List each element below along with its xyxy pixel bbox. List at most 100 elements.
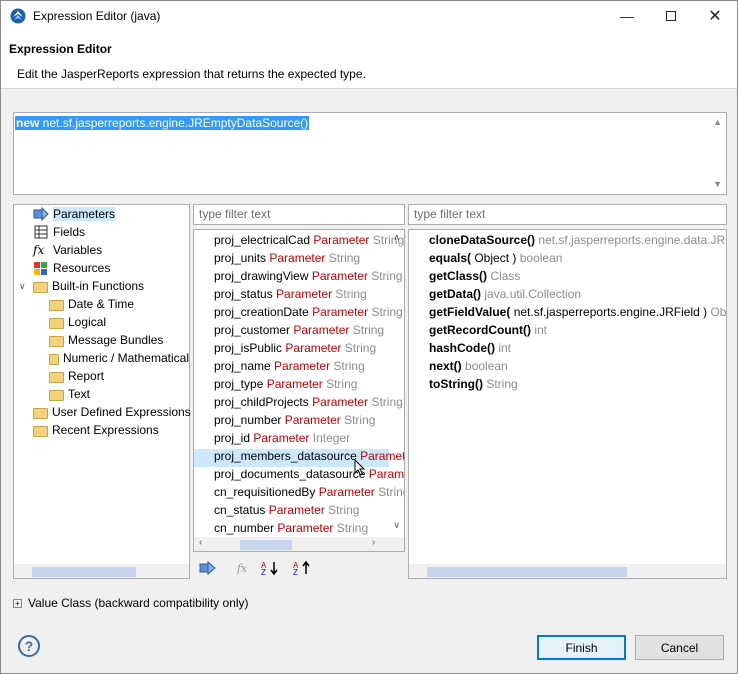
element-kind: Parameter <box>293 323 350 337</box>
expand-chevron-icon[interactable]: ∨ <box>19 281 26 292</box>
svg-text:Z: Z <box>293 568 298 576</box>
element-row[interactable]: proj_number Parameter String <box>214 413 375 431</box>
elements-hscrollbar[interactable]: ‹ › <box>194 537 404 551</box>
method-return-type: net.sf.jasperreports.engine.data.JRBe <box>538 233 727 247</box>
expand-plus-icon[interactable]: + <box>13 598 22 608</box>
minimize-button[interactable]: — <box>605 1 649 31</box>
scroll-up-icon[interactable]: ▲ <box>713 117 722 127</box>
methods-hscrollbar[interactable] <box>409 564 726 578</box>
element-type: String <box>371 305 403 319</box>
element-kind: Parameter <box>312 395 369 409</box>
element-row[interactable]: proj_childProjects Parameter String <box>214 395 403 413</box>
element-row[interactable]: proj_drawingView Parameter String <box>214 269 403 287</box>
tree-item-parameters[interactable]: Parameters <box>33 205 116 223</box>
element-row[interactable]: proj_type Parameter String <box>214 377 357 395</box>
title-bar[interactable]: Expression Editor (java) — ✕ <box>1 1 737 31</box>
element-kind: Parameter <box>311 269 368 283</box>
element-kind: Parameter <box>285 341 342 355</box>
element-type: String <box>344 341 377 355</box>
method-row[interactable]: getFieldValue( net.sf.jasperreports.engi… <box>429 305 726 323</box>
tree-item-label: Date & Time <box>68 297 135 311</box>
tree-item-text[interactable]: Text <box>49 385 90 403</box>
elements-list[interactable]: proj_electricalCad Parameter String proj_… <box>193 229 405 552</box>
element-type: String <box>333 359 365 373</box>
element-name: proj_status <box>214 287 273 301</box>
function-icon[interactable]: fx <box>233 560 251 576</box>
sort-ascending-icon[interactable]: AZ <box>291 560 317 576</box>
help-button[interactable]: ? <box>18 635 40 657</box>
folder-icon <box>33 281 48 293</box>
maximize-button[interactable] <box>649 1 693 31</box>
method-row[interactable]: next() boolean <box>429 359 508 377</box>
value-class-section[interactable]: + Value Class (backward compatibility on… <box>13 596 249 610</box>
element-kind: Parameter <box>313 233 370 247</box>
scroll-up-icon[interactable]: ∧ <box>393 232 400 243</box>
tree-item-logical[interactable]: Logical <box>49 313 106 331</box>
scroll-right-icon[interactable]: › <box>372 537 375 548</box>
tree-item-report[interactable]: Report <box>49 367 104 385</box>
element-row[interactable]: proj_customer Parameter String <box>214 323 384 341</box>
tree-item-variables[interactable]: fx Variables <box>33 241 102 259</box>
folder-icon <box>33 425 48 437</box>
category-tree-hscrollbar[interactable] <box>14 564 189 578</box>
scroll-down-icon[interactable]: ∨ <box>393 520 400 531</box>
method-row[interactable]: equals( Object ) boolean <box>429 251 562 269</box>
tree-item-recent-expressions[interactable]: Recent Expressions <box>33 421 159 439</box>
method-row[interactable]: cloneDataSource() net.sf.jasperreports.e… <box>429 233 727 251</box>
category-tree[interactable]: Parameters Fields fx Variables Resources… <box>13 204 191 579</box>
tree-item-user-defined-expressions[interactable]: User Defined Expressions <box>33 403 191 421</box>
element-name: proj_documents_datasource <box>214 467 366 481</box>
methods-filter-input[interactable]: type filter text <box>408 204 727 225</box>
expression-text-area[interactable]: new net.sf.jasperreports.engine.JREmptyD… <box>13 112 727 195</box>
folder-icon <box>49 389 64 401</box>
tree-item-label: Report <box>68 369 105 383</box>
scrollbar-thumb[interactable] <box>427 567 627 577</box>
element-row[interactable]: proj_electricalCad Parameter String <box>214 233 404 251</box>
methods-list[interactable]: cloneDataSource() net.sf.jasperreports.e… <box>408 229 727 579</box>
method-row[interactable]: toString() String <box>429 377 518 395</box>
scrollbar-thumb[interactable] <box>32 567 136 577</box>
element-row[interactable]: proj_name Parameter String <box>214 359 365 377</box>
method-row[interactable]: getRecordCount() int <box>429 323 547 341</box>
sort-descending-icon[interactable]: AZ <box>259 560 285 576</box>
element-row[interactable]: proj_status Parameter String <box>214 287 367 305</box>
element-name: proj_name <box>214 359 271 373</box>
parameters-icon <box>33 206 49 222</box>
elements-filter-input[interactable]: type filter text <box>193 204 405 225</box>
element-name: proj_customer <box>214 323 291 337</box>
element-row[interactable]: proj_isPublic Parameter String <box>214 341 376 359</box>
method-row[interactable]: getData() java.util.Collection <box>429 287 581 305</box>
element-row[interactable]: proj_id Parameter Integer <box>214 431 350 449</box>
method-name: next() <box>429 359 462 373</box>
tree-item-message-bundles[interactable]: Message Bundles <box>49 331 163 349</box>
tree-item-date-time[interactable]: Date & Time <box>49 295 134 313</box>
element-type: String <box>371 395 403 409</box>
scroll-down-icon[interactable]: ▼ <box>713 179 722 189</box>
method-row[interactable]: hashCode() int <box>429 341 511 359</box>
element-row[interactable]: cn_status Parameter String <box>214 503 359 521</box>
insert-parameter-icon[interactable] <box>199 560 217 576</box>
expression-text[interactable]: new net.sf.jasperreports.engine.JREmptyD… <box>15 116 310 130</box>
close-button[interactable]: ✕ <box>693 1 737 31</box>
element-row[interactable]: proj_creationDate Parameter String <box>214 305 403 323</box>
scrollbar-thumb[interactable] <box>240 540 292 550</box>
element-type: Integer <box>312 431 351 445</box>
element-row[interactable]: proj_documents_datasource Parameter <box>214 467 404 485</box>
tree-item-fields[interactable]: Fields <box>33 223 85 241</box>
method-row[interactable]: getClass() Class <box>429 269 520 287</box>
tree-item-built-in-functions[interactable]: Built-in Functions <box>33 277 144 295</box>
element-kind: Parameter <box>266 377 323 391</box>
element-row[interactable]: proj_units Parameter String <box>214 251 360 269</box>
method-return-type: boolean <box>465 359 508 373</box>
element-type: String <box>335 287 367 301</box>
element-name: proj_drawingView <box>214 269 309 283</box>
folder-icon <box>49 317 64 329</box>
method-name: getRecordCount() <box>429 323 531 337</box>
scroll-left-icon[interactable]: ‹ <box>199 537 202 548</box>
tree-item-numeric-mathematical[interactable]: Numeric / Mathematical <box>49 349 189 367</box>
tree-item-label: Message Bundles <box>68 333 164 347</box>
finish-button[interactable]: Finish <box>537 635 626 660</box>
cancel-button[interactable]: Cancel <box>635 635 724 660</box>
tree-item-resources[interactable]: Resources <box>33 259 110 277</box>
element-row[interactable]: cn_requisitionedBy Parameter String <box>214 485 404 503</box>
